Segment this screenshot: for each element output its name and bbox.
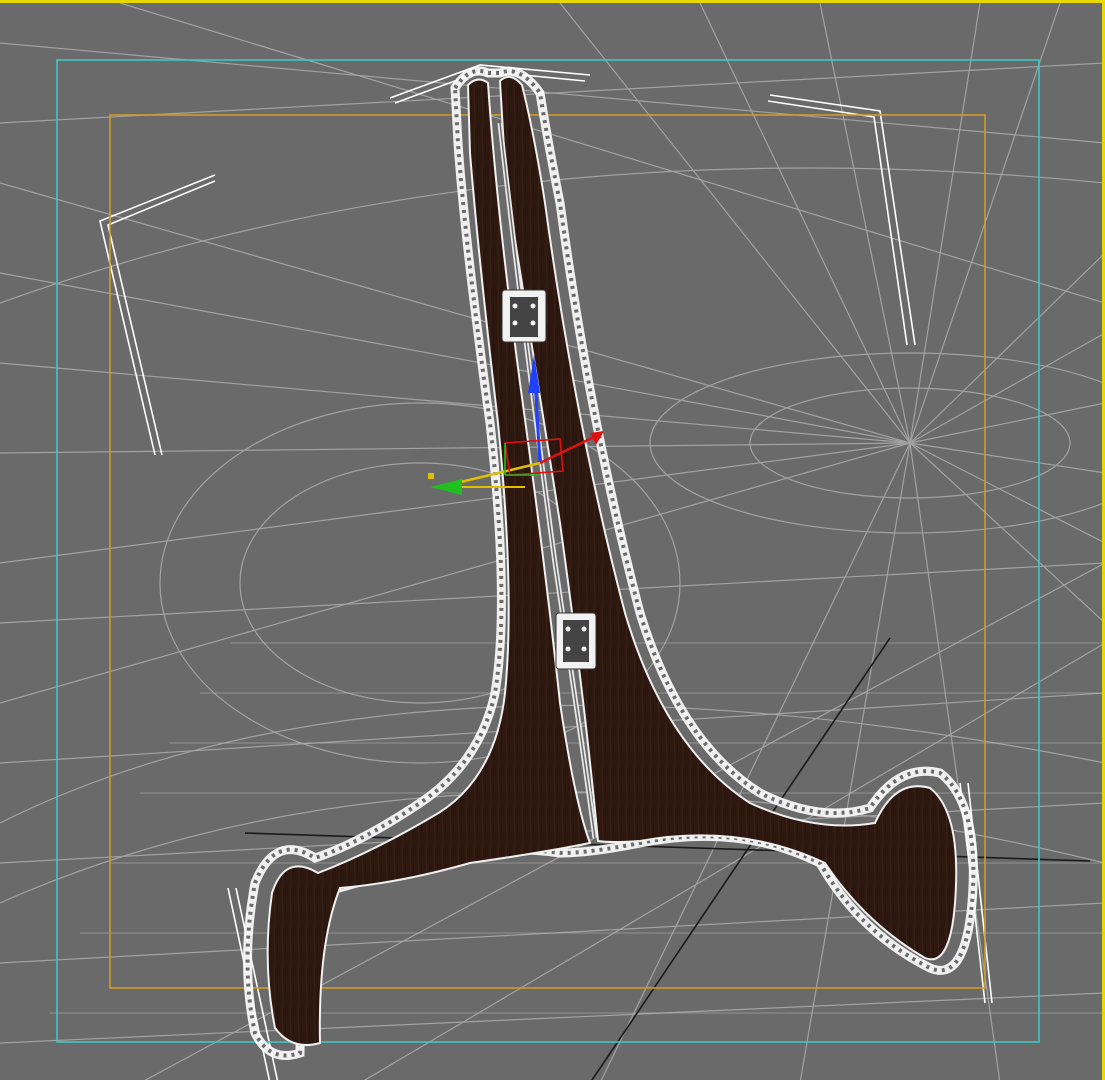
hinge-top[interactable]	[501, 289, 547, 343]
viewport-canvas[interactable]	[0, 3, 1105, 1080]
3d-viewport[interactable]	[0, 0, 1105, 1080]
hinge-bottom[interactable]	[555, 612, 597, 670]
